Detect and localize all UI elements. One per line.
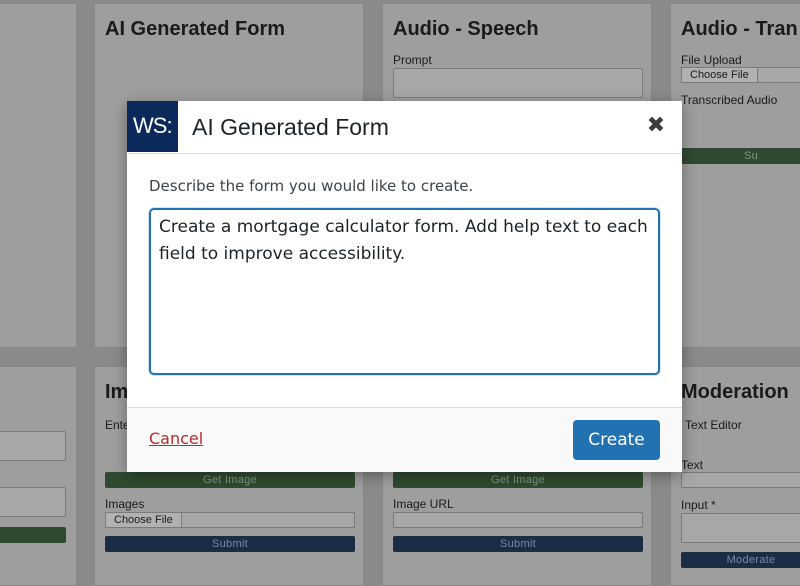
input-fragment [0,431,66,461]
field-label-enter: Ente [105,418,130,432]
form-description-textarea[interactable]: Create a mortgage calculator form. Add h… [149,208,660,375]
card-title: Im [105,381,129,403]
file-upload-input[interactable]: Choose File [681,67,800,83]
field-label-text-editor: Text Editor [685,418,742,432]
ws-logo: WS: [127,101,178,152]
template-card-left-bottom [0,366,77,586]
field-label-images: Images [105,497,145,511]
input-fragment [0,487,66,517]
ai-generated-form-modal: WS: AI Generated Form ✖ Describe the for… [127,101,682,472]
submit-button[interactable]: Su [681,148,800,164]
get-image-button[interactable]: Get Image [393,472,643,488]
field-label-prompt: Prompt [393,53,432,67]
choose-file-button[interactable]: Choose File [106,513,182,527]
template-card-moderation[interactable]: Moderation Text Editor Text Input * Mode… [670,366,800,586]
cancel-link[interactable]: Cancel [149,429,203,448]
submit-button[interactable]: Submit [393,536,643,552]
get-image-button[interactable]: Get Image [105,472,355,488]
images-file-input[interactable]: Choose File [105,512,355,528]
template-card-audio-transcription[interactable]: Audio - Tran File Upload Choose File Tra… [670,3,800,348]
description-label: Describe the form you would like to crea… [149,177,474,195]
image-url-input[interactable] [393,512,643,528]
modal-header: WS: AI Generated Form ✖ [127,101,682,154]
field-label-image-url: Image URL [393,497,454,511]
field-label-file-upload: File Upload [681,53,742,67]
prompt-input[interactable] [393,68,643,98]
card-title: Moderation [681,381,789,403]
button-fragment [0,527,66,543]
card-title: AI Generated Form [105,18,286,40]
card-title: Audio - Tran [681,18,798,40]
template-card-left-top [0,3,77,348]
close-icon[interactable]: ✖ [644,113,668,139]
modal-footer: Cancel Create [127,407,682,472]
field-label-input: Input * [681,498,716,512]
moderate-button[interactable]: Moderate [681,552,800,568]
card-title: Audio - Speech [393,18,539,40]
field-label-transcribed-audio: Transcribed Audio [681,93,778,107]
logo-text: WS: [133,113,173,138]
submit-button[interactable]: Submit [105,536,355,552]
modal-title: AI Generated Form [192,114,389,140]
choose-file-button[interactable]: Choose File [682,68,758,82]
input-field[interactable] [681,513,800,543]
text-input[interactable] [681,472,800,488]
create-button[interactable]: Create [573,420,660,460]
field-label-text: Text [681,458,704,472]
